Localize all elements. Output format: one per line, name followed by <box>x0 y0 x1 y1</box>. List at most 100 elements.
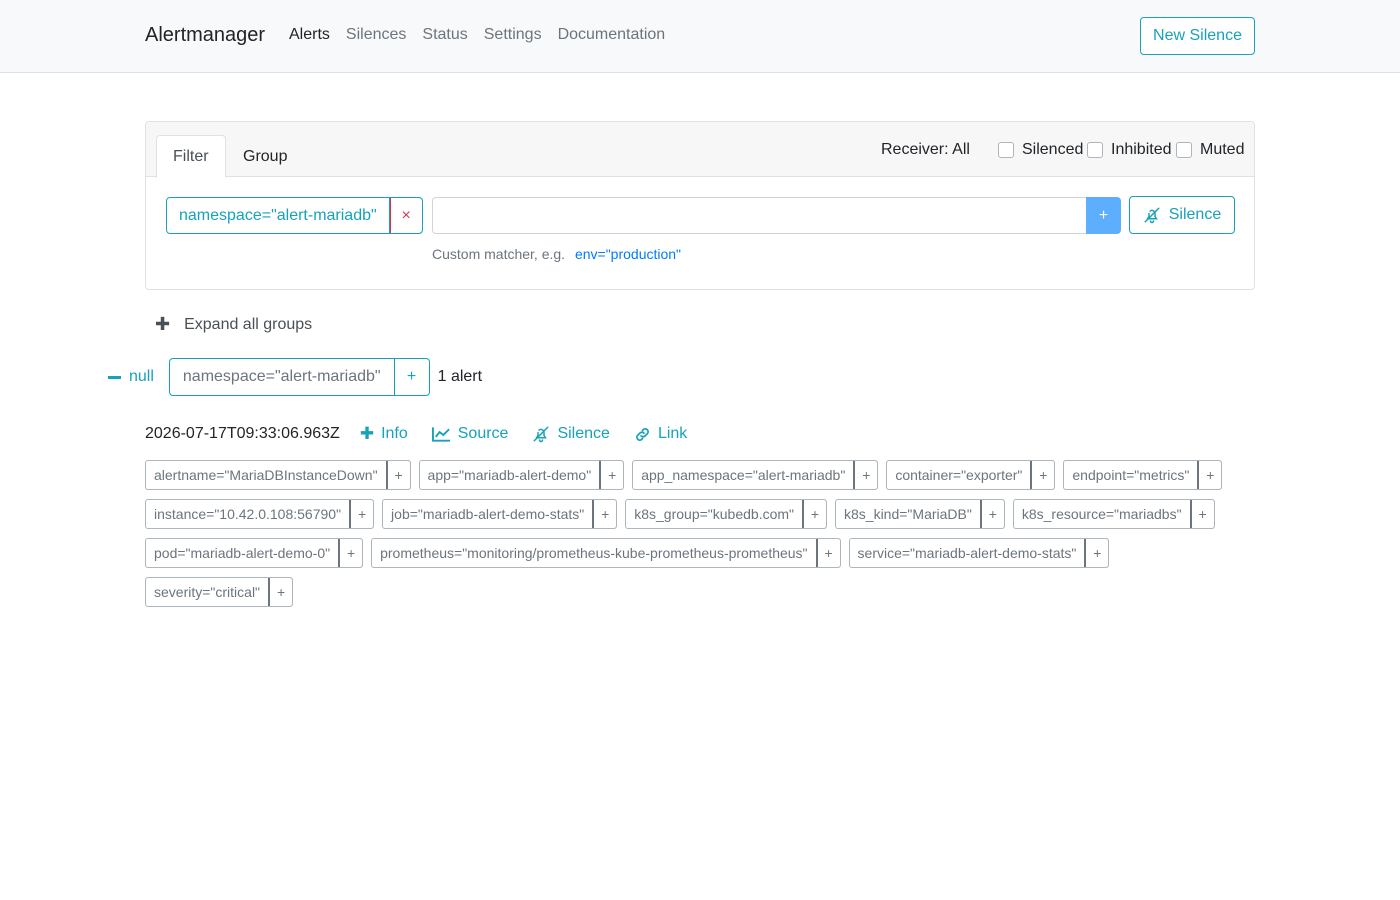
alert-label: job="mariadb-alert-demo-stats" + <box>382 499 618 529</box>
silenced-checkbox-label: Silenced <box>1022 141 1084 158</box>
alert-label: service="mariadb-alert-demo-stats" + <box>848 538 1110 568</box>
group-matcher: namespace="alert-mariadb" + <box>168 358 430 396</box>
alert-label: endpoint="metrics" + <box>1063 460 1223 490</box>
alert-label-text: instance="10.42.0.108:56790" <box>146 500 351 528</box>
tab-filter[interactable]: Filter <box>156 135 226 178</box>
alert-label: prometheus="monitoring/prometheus-kube-p… <box>371 538 841 568</box>
inhibited-checkbox[interactable]: Inhibited <box>1087 141 1172 159</box>
muted-checkbox-box[interactable] <box>1176 142 1192 158</box>
nav-links: Alerts Silences Status Settings Document… <box>289 26 665 44</box>
alert-label-add-button[interactable]: + <box>980 500 1004 528</box>
alert-label-text: alertname="MariaDBInstanceDown" <box>146 461 387 489</box>
source-label: Source <box>457 425 509 442</box>
group-matcher-text: namespace="alert-mariadb" <box>170 359 395 395</box>
alert-label-text: container="exporter" <box>887 461 1032 489</box>
filter-silence-button[interactable]: Silence <box>1129 196 1235 234</box>
alert-label-text: app_namespace="alert-mariadb" <box>633 461 855 489</box>
expand-all-groups[interactable]: ✚ Expand all groups <box>155 314 312 335</box>
inhibited-checkbox-box[interactable] <box>1087 142 1103 158</box>
alert-label-add-button[interactable]: + <box>854 461 878 489</box>
alert-label-add-button[interactable]: + <box>339 539 363 567</box>
filter-card: Filter Group Receiver: All Silenced Inhi… <box>145 121 1255 290</box>
link-icon <box>635 427 649 441</box>
alert-label: pod="mariadb-alert-demo-0" + <box>145 538 364 568</box>
info-button[interactable]: ✚ Info <box>360 424 408 444</box>
plus-icon: ✚ <box>359 424 375 443</box>
alert-label: container="exporter" + <box>886 460 1056 490</box>
filter-card-header: Filter Group Receiver: All Silenced Inhi… <box>146 122 1254 178</box>
chart-line-icon <box>431 427 450 442</box>
active-matcher-text[interactable]: namespace="alert-mariadb" <box>167 198 390 233</box>
active-matcher: namespace="alert-mariadb" × <box>166 197 423 234</box>
link-label: Link <box>657 425 688 442</box>
nav-link-alerts[interactable]: Alerts <box>289 26 330 44</box>
silenced-checkbox[interactable]: Silenced <box>998 141 1083 159</box>
add-matcher-button[interactable]: + <box>1086 197 1121 234</box>
source-button[interactable]: Source <box>431 425 509 443</box>
alert-group-header: null namespace="alert-mariadb" + 1 alert <box>108 358 482 396</box>
alert-label: instance="10.42.0.108:56790" + <box>145 499 375 529</box>
alert-label-text: pod="mariadb-alert-demo-0" <box>146 539 340 567</box>
alert-label-text: app="mariadb-alert-demo" <box>420 461 601 489</box>
nav-link-silences[interactable]: Silences <box>346 26 406 44</box>
alert-label-text: prometheus="monitoring/prometheus-kube-p… <box>372 539 817 567</box>
alert-label-add-button[interactable]: + <box>600 461 624 489</box>
alert-label: k8s_group="kubedb.com" + <box>625 499 827 529</box>
alert-label-text: k8s_group="kubedb.com" <box>626 500 803 528</box>
alert-label: k8s_resource="mariadbs" + <box>1012 499 1215 529</box>
alert-label-text: service="mariadb-alert-demo-stats" <box>850 539 1086 567</box>
receiver-selector[interactable]: Receiver: All <box>881 141 970 159</box>
filter-silence-label: Silence <box>1168 206 1222 223</box>
alert-label: severity="critical" + <box>145 577 294 607</box>
alert-label-add-button[interactable]: + <box>350 500 374 528</box>
alert-label-add-button[interactable]: + <box>1031 461 1055 489</box>
link-button[interactable]: Link <box>634 425 687 443</box>
muted-checkbox[interactable]: Muted <box>1176 141 1244 159</box>
alert-label-add-button[interactable]: + <box>1085 539 1109 567</box>
group-matcher-add-button[interactable]: + <box>395 359 429 395</box>
matcher-hint-example: env="production" <box>574 246 682 262</box>
alert-label-add-button[interactable]: + <box>593 500 617 528</box>
alert-label-text: k8s_kind="MariaDB" <box>836 500 981 528</box>
custom-matcher-input[interactable] <box>432 197 1087 234</box>
alert-label-add-button[interactable]: + <box>386 461 410 489</box>
nav-link-status[interactable]: Status <box>422 26 467 44</box>
inhibited-checkbox-label: Inhibited <box>1111 141 1172 158</box>
remove-matcher-button[interactable]: × <box>389 198 422 233</box>
alert-label: app="mariadb-alert-demo" + <box>418 460 625 490</box>
nav-link-documentation[interactable]: Documentation <box>558 26 666 44</box>
alert-silence-button[interactable]: Silence <box>532 425 610 443</box>
expand-all-label: Expand all groups <box>184 315 313 333</box>
plus-icon: ✚ <box>155 314 171 334</box>
alert-label-text: job="mariadb-alert-demo-stats" <box>383 500 594 528</box>
brand-title[interactable]: Alertmanager <box>145 24 265 47</box>
alert-label-add-button[interactable]: + <box>1190 500 1214 528</box>
bell-slash-icon <box>1144 207 1160 224</box>
alert-label-add-button[interactable]: + <box>803 500 827 528</box>
alert-label-add-button[interactable]: + <box>1198 461 1222 489</box>
muted-checkbox-label: Muted <box>1200 141 1245 158</box>
alert-label: alertname="MariaDBInstanceDown" + <box>145 460 411 490</box>
alert-timestamp: 2026-07-17T09:33:06.963Z <box>145 425 340 442</box>
alert-label-add-button[interactable]: + <box>816 539 840 567</box>
alert-label-text: severity="critical" <box>146 578 270 606</box>
alert-label: k8s_kind="MariaDB" + <box>835 499 1005 529</box>
new-silence-button[interactable]: New Silence <box>1140 17 1255 55</box>
navbar: Alertmanager Alerts Silences Status Sett… <box>0 0 1400 73</box>
nav-link-settings[interactable]: Settings <box>484 26 542 44</box>
minus-icon <box>108 375 121 379</box>
alert-label-add-button[interactable]: + <box>269 578 293 606</box>
matcher-hint-text: Custom matcher, e.g. <box>432 246 566 262</box>
alert-labels: alertname="MariaDBInstanceDown" + app="ma… <box>145 460 1245 607</box>
alert-header: 2026-07-17T09:33:06.963Z ✚ Info Source S… <box>145 424 711 444</box>
silenced-checkbox-box[interactable] <box>998 142 1014 158</box>
group-receiver-label: null <box>129 368 154 385</box>
tab-group[interactable]: Group <box>227 135 303 178</box>
bell-slash-icon <box>533 426 549 443</box>
info-label: Info <box>381 425 408 442</box>
collapse-group-button[interactable]: null <box>108 368 154 386</box>
alert-label: app_namespace="alert-mariadb" + <box>632 460 879 490</box>
alert-silence-label: Silence <box>557 425 610 442</box>
matcher-hint: Custom matcher, e.g. env="production" <box>432 246 681 262</box>
alert-label-text: endpoint="metrics" <box>1064 461 1199 489</box>
